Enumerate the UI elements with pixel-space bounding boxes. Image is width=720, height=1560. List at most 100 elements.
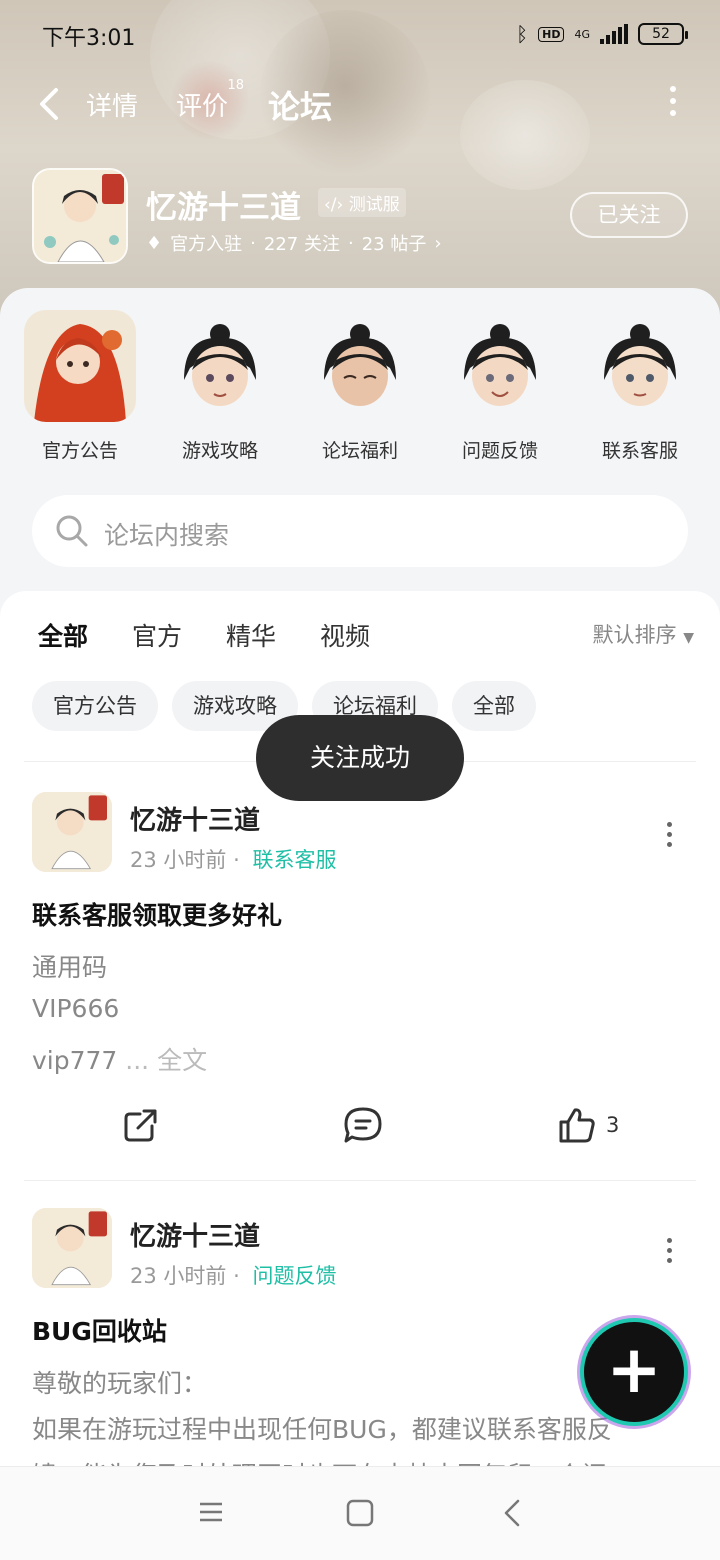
battery-icon: 52 [638, 23, 688, 45]
verified-diamond-icon: ♦ [146, 232, 163, 254]
tab-reviews[interactable]: 评价 18 [176, 78, 244, 123]
post-more-icon[interactable] [667, 822, 672, 847]
tab-reviews-label: 评价 [176, 92, 229, 122]
app-name: 忆游十三道 [146, 190, 301, 226]
share-icon [124, 1109, 157, 1142]
shortcut-forum-welfare[interactable]: 论坛福利 [295, 310, 425, 463]
guide-avatar-icon [164, 310, 276, 422]
divider [24, 1180, 696, 1181]
status-bar: 下午3:01 ᛒ HD 4G 52 [0, 18, 720, 52]
post-title[interactable]: 联系客服领取更多好礼 [32, 896, 282, 932]
announcement-avatar-icon [24, 310, 136, 422]
shortcut-label: 联系客服 [601, 440, 678, 462]
system-navigation-bar [0, 1466, 720, 1560]
feedback-avatar-icon [444, 310, 556, 422]
shortcut-label: 论坛福利 [321, 440, 398, 462]
app-info: 忆游十三道 ‹/› 测试服 ♦ 官方入驻 · 227 关注 · 23 帖子 › … [32, 168, 692, 268]
test-server-tag: ‹/› 测试服 [318, 188, 406, 217]
app-meta: ♦ 官方入驻 · 227 关注 · 23 帖子 › [146, 230, 442, 256]
author-name[interactable]: 忆游十三道 [130, 800, 260, 837]
shortcut-official-announcement[interactable]: 官方公告 [15, 310, 145, 463]
like-button[interactable]: 3 [558, 1106, 619, 1144]
feed-tab-video[interactable]: 视频 [320, 617, 370, 653]
network-label: 4G [574, 27, 590, 41]
tab-forum[interactable]: 论坛 [268, 82, 332, 128]
shortcut-label: 官方公告 [41, 440, 118, 462]
tab-details[interactable]: 详情 [86, 86, 138, 123]
post-time: 23 小时前 [130, 848, 227, 872]
menu-icon[interactable] [198, 1499, 224, 1525]
plus-icon: + [606, 1331, 662, 1408]
followers-count: 227 关注 [263, 234, 340, 255]
status-time: 下午3:01 [42, 26, 136, 51]
support-avatar-icon [584, 310, 696, 422]
like-count: 3 [606, 1113, 620, 1137]
post-body-line-last: vip777 ... 全文 [32, 1041, 207, 1077]
category-shortcuts: 官方公告 游戏攻略 论坛福利 问题反馈 联系客服 [0, 310, 720, 463]
code-icon: ‹/› [324, 195, 344, 215]
post-more-icon[interactable] [667, 1238, 672, 1263]
post-body-line: 通用码 [32, 953, 108, 982]
forum-search-bar[interactable]: 论坛内搜索 [32, 495, 688, 567]
welfare-avatar-icon [304, 310, 416, 422]
post-actions: 3 [0, 1106, 720, 1166]
meta-separator: · [233, 1264, 247, 1288]
bluetooth-icon: ᛒ [516, 22, 529, 46]
feed-tab-all[interactable]: 全部 [38, 617, 88, 657]
post-meta: 23 小时前 · 问题反馈 [130, 1260, 336, 1290]
home-icon[interactable] [346, 1499, 374, 1527]
back-arrow-icon[interactable] [34, 84, 64, 124]
chevron-right-icon: › [434, 232, 442, 254]
posts-count[interactable]: 23 帖子 [362, 230, 427, 256]
create-post-button[interactable]: + [580, 1318, 688, 1426]
share-button[interactable] [122, 1106, 160, 1144]
more-options-icon[interactable] [670, 86, 676, 116]
shortcut-label: 问题反馈 [461, 440, 538, 462]
search-icon [56, 515, 88, 547]
feed-tabs: 全部 官方 精华 视频 [38, 617, 370, 657]
author-avatar[interactable] [32, 792, 112, 872]
post-body-text: vip777 [32, 1046, 118, 1075]
search-placeholder: 论坛内搜索 [104, 521, 230, 550]
chip-announcement[interactable]: 官方公告 [32, 681, 158, 731]
verified-label: 官方入驻 [170, 234, 243, 255]
back-icon[interactable] [500, 1499, 524, 1527]
read-more-link[interactable]: ... 全文 [125, 1046, 207, 1075]
thumbs-up-icon [559, 1108, 595, 1143]
feed-tab-featured[interactable]: 精华 [226, 617, 276, 653]
comment-button[interactable] [343, 1106, 383, 1144]
post-body-line: 尊敬的玩家们： [32, 1369, 208, 1398]
shortcut-feedback[interactable]: 问题反馈 [435, 310, 565, 463]
toast-message: 关注成功 [256, 715, 464, 801]
post-body-line: 如果在游玩过程中出现任何BUG，都建议联系客服反 [32, 1415, 612, 1444]
chip-all[interactable]: 全部 [452, 681, 536, 731]
follow-button[interactable]: 已关注 [570, 192, 688, 238]
top-navigation: 详情 评价 18 论坛 [0, 78, 720, 130]
test-server-label: 测试服 [348, 195, 400, 215]
shortcut-label: 游戏攻略 [181, 440, 258, 462]
sort-label: 默认排序 [592, 623, 677, 647]
hd-icon: HD [538, 26, 565, 42]
shortcut-contact-support[interactable]: 联系客服 [575, 310, 705, 463]
meta-separator: · [250, 232, 256, 254]
post-body-line: VIP666 [32, 994, 120, 1023]
reviews-count-badge: 18 [227, 78, 245, 93]
author-name[interactable]: 忆游十三道 [130, 1216, 260, 1253]
shortcut-game-guide[interactable]: 游戏攻略 [155, 310, 285, 463]
feed-tab-official[interactable]: 官方 [132, 617, 182, 653]
meta-separator: · [347, 232, 354, 254]
author-avatar[interactable] [32, 1208, 112, 1288]
post-title[interactable]: BUG回收站 [32, 1312, 167, 1348]
post-meta: 23 小时前 · 联系客服 [130, 844, 336, 874]
post-category[interactable]: 问题反馈 [252, 1264, 336, 1288]
app-icon [32, 168, 128, 264]
caret-down-icon: ▼ [683, 630, 694, 646]
forum-header-banner: 下午3:01 ᛒ HD 4G 52 详情 评价 18 论坛 忆游十三道 ‹/› … [0, 0, 720, 330]
post-time: 23 小时前 [130, 1264, 227, 1288]
post-card[interactable]: 忆游十三道 23 小时前 · 联系客服 联系客服领取更多好礼 通用码 VIP66… [0, 792, 720, 1172]
meta-separator: · [233, 848, 247, 872]
signal-icon [600, 24, 628, 44]
sort-dropdown[interactable]: 默认排序 ▼ [593, 619, 694, 649]
post-category[interactable]: 联系客服 [252, 848, 336, 872]
comment-icon [344, 1107, 382, 1143]
